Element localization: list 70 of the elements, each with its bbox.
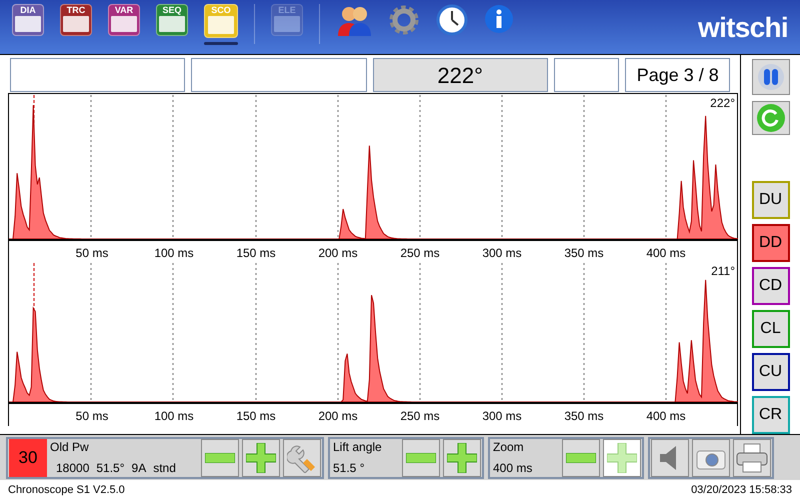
- info-icon[interactable]: [484, 4, 514, 34]
- plus-icon: [607, 442, 637, 472]
- axis-label: 150 ms: [236, 408, 276, 425]
- app-button[interactable]: TRC: [60, 4, 92, 36]
- display-field: 222°: [372, 58, 548, 92]
- mode-button[interactable]: CD: [752, 267, 790, 306]
- minus-button[interactable]: [402, 438, 440, 476]
- axis-label: 100 ms: [154, 408, 194, 425]
- app-button[interactable]: VAR: [108, 4, 140, 36]
- mode-title: Old Pw: [50, 439, 90, 456]
- axis-label: 100 ms: [154, 245, 194, 262]
- axis-label: 400 ms: [646, 245, 686, 262]
- zoom-value: 400 ms: [493, 460, 534, 477]
- mode-button[interactable]: DD: [752, 224, 790, 262]
- users-icon[interactable]: [336, 4, 372, 38]
- axis-label: 50 ms: [76, 245, 108, 262]
- axis-label: 200 ms: [318, 245, 358, 262]
- parameter-value: 9A: [132, 460, 146, 477]
- pause-button[interactable]: [752, 59, 790, 95]
- app-button[interactable]: DIA: [12, 4, 44, 36]
- axis-label: 250 ms: [400, 245, 440, 262]
- minus-button[interactable]: [562, 438, 600, 476]
- axis-label: 400 ms: [646, 408, 686, 425]
- lift-angle-label: Lift angle: [333, 439, 383, 456]
- minus-icon: [406, 452, 436, 462]
- camera-button[interactable]: [692, 438, 730, 476]
- tools-button[interactable]: [283, 438, 321, 476]
- minus-icon: [566, 452, 596, 462]
- axis-label: 300 ms: [482, 408, 522, 425]
- refresh-icon: [756, 103, 786, 133]
- settings-icon[interactable]: [388, 4, 420, 36]
- lift-angle-value: 51.5 °: [333, 460, 366, 477]
- plus-button[interactable]: [443, 438, 481, 476]
- axis-label: 50 ms: [76, 408, 108, 425]
- parameter-value: 51.5°: [96, 460, 125, 477]
- angle-label: 211°: [711, 265, 735, 277]
- mode-button[interactable]: CL: [752, 310, 790, 348]
- axis-label: 150 ms: [236, 245, 276, 262]
- axis-label: 350 ms: [564, 245, 604, 262]
- printer-icon: [736, 442, 768, 472]
- sound-button[interactable]: [651, 438, 689, 476]
- clock-icon[interactable]: [436, 4, 468, 36]
- zoom-label: Zoom: [493, 439, 525, 456]
- datetime-text: 03/20/2023 15:58:33: [691, 482, 792, 498]
- plus-button[interactable]: [242, 438, 280, 476]
- plus-icon: [447, 442, 477, 472]
- brand-logo: witschi: [698, 14, 788, 42]
- parameter-value: 18000: [56, 460, 90, 477]
- mode-button[interactable]: CR: [752, 396, 790, 434]
- axis-label: 250 ms: [400, 408, 440, 425]
- display-field: Page 3 / 8: [625, 58, 730, 92]
- version-text: Chronoscope S1 V2.5.0: [8, 482, 125, 498]
- parameter-value: stnd: [153, 460, 176, 477]
- minus-button[interactable]: [201, 438, 239, 476]
- axis-label: 300 ms: [482, 245, 522, 262]
- angle-label: 222°: [710, 97, 735, 109]
- minus-icon: [205, 452, 235, 462]
- app-button[interactable]: SEQ: [156, 4, 188, 36]
- plus-icon: [246, 442, 276, 472]
- count-badge: 30: [9, 438, 47, 476]
- print-button[interactable]: [733, 438, 771, 476]
- pause-icon: [758, 64, 784, 90]
- mode-button[interactable]: CU: [752, 353, 790, 392]
- axis-label: 200 ms: [318, 408, 358, 425]
- display-field: [554, 58, 620, 92]
- selection-indicator: [204, 42, 238, 45]
- mode-button[interactable]: DU: [752, 181, 790, 220]
- axis-label: 350 ms: [564, 408, 604, 425]
- refresh-button[interactable]: [752, 100, 790, 136]
- wrench-icon: [287, 442, 317, 472]
